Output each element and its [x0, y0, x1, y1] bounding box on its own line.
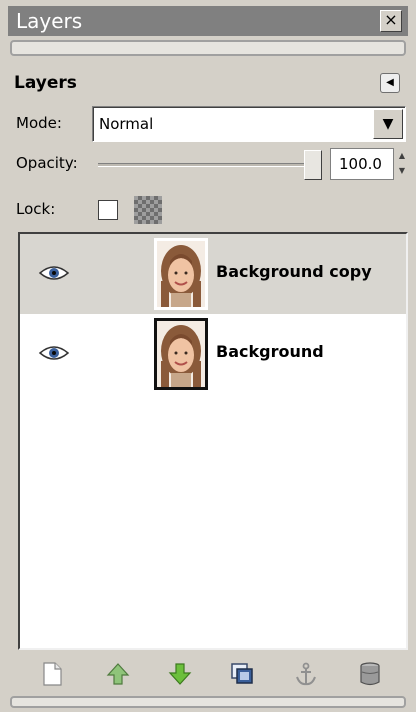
dock-grip-handle[interactable] — [10, 696, 406, 708]
lock-label: Lock: — [16, 200, 56, 218]
close-icon: × — [384, 10, 398, 29]
panel-title: Layers — [14, 73, 77, 93]
eye-icon[interactable] — [38, 344, 70, 362]
raise-layer-icon[interactable] — [104, 660, 132, 688]
layer-toolbar — [20, 656, 400, 692]
layers-list[interactable]: Background copy Background — [18, 232, 408, 650]
opacity-slider-track[interactable] — [98, 163, 314, 167]
spin-down-icon[interactable]: ▼ — [396, 163, 408, 178]
layer-thumbnail[interactable] — [154, 318, 208, 390]
anchor-icon[interactable] — [292, 660, 320, 688]
mode-label: Mode: — [16, 114, 62, 132]
window-title: Layers — [16, 9, 83, 33]
panel-menu-button[interactable]: ◀ — [380, 73, 400, 93]
close-button[interactable]: × — [380, 10, 402, 32]
delete-layer-icon[interactable] — [356, 660, 384, 688]
lock-row: Lock: — [14, 196, 408, 224]
layer-name[interactable]: Background copy — [216, 262, 372, 281]
panel-header: Layers ◀ — [14, 70, 404, 96]
layer-name[interactable]: Background — [216, 342, 324, 361]
opacity-slider-handle[interactable] — [304, 150, 322, 180]
triangle-left-icon: ◀ — [386, 77, 394, 88]
layer-row[interactable]: Background copy — [20, 234, 406, 314]
opacity-spinner[interactable]: ▲ ▼ — [396, 148, 408, 180]
window-titlebar[interactable]: Layers × — [8, 6, 408, 36]
opacity-row: Opacity: 100.0 ▲ ▼ — [14, 148, 408, 180]
spin-up-icon[interactable]: ▲ — [396, 148, 408, 163]
lock-alpha-icon[interactable] — [134, 196, 162, 224]
opacity-label: Opacity: — [16, 154, 78, 172]
dock-grip-handle[interactable] — [10, 40, 406, 56]
mode-value: Normal — [99, 115, 154, 133]
mode-select[interactable]: Normal ▼ — [92, 106, 406, 142]
layer-thumbnail[interactable] — [154, 238, 208, 310]
lower-layer-icon[interactable] — [166, 660, 194, 688]
duplicate-layer-icon[interactable] — [228, 660, 256, 688]
chevron-down-icon: ▼ — [382, 116, 394, 132]
new-layer-icon[interactable] — [38, 660, 66, 688]
opacity-input[interactable]: 100.0 — [330, 148, 394, 180]
mode-row: Mode: Normal ▼ — [14, 106, 408, 142]
eye-icon[interactable] — [38, 264, 70, 282]
lock-pixels-checkbox[interactable] — [98, 200, 118, 220]
dropdown-button[interactable]: ▼ — [373, 109, 403, 139]
layer-row[interactable]: Background — [20, 314, 406, 394]
